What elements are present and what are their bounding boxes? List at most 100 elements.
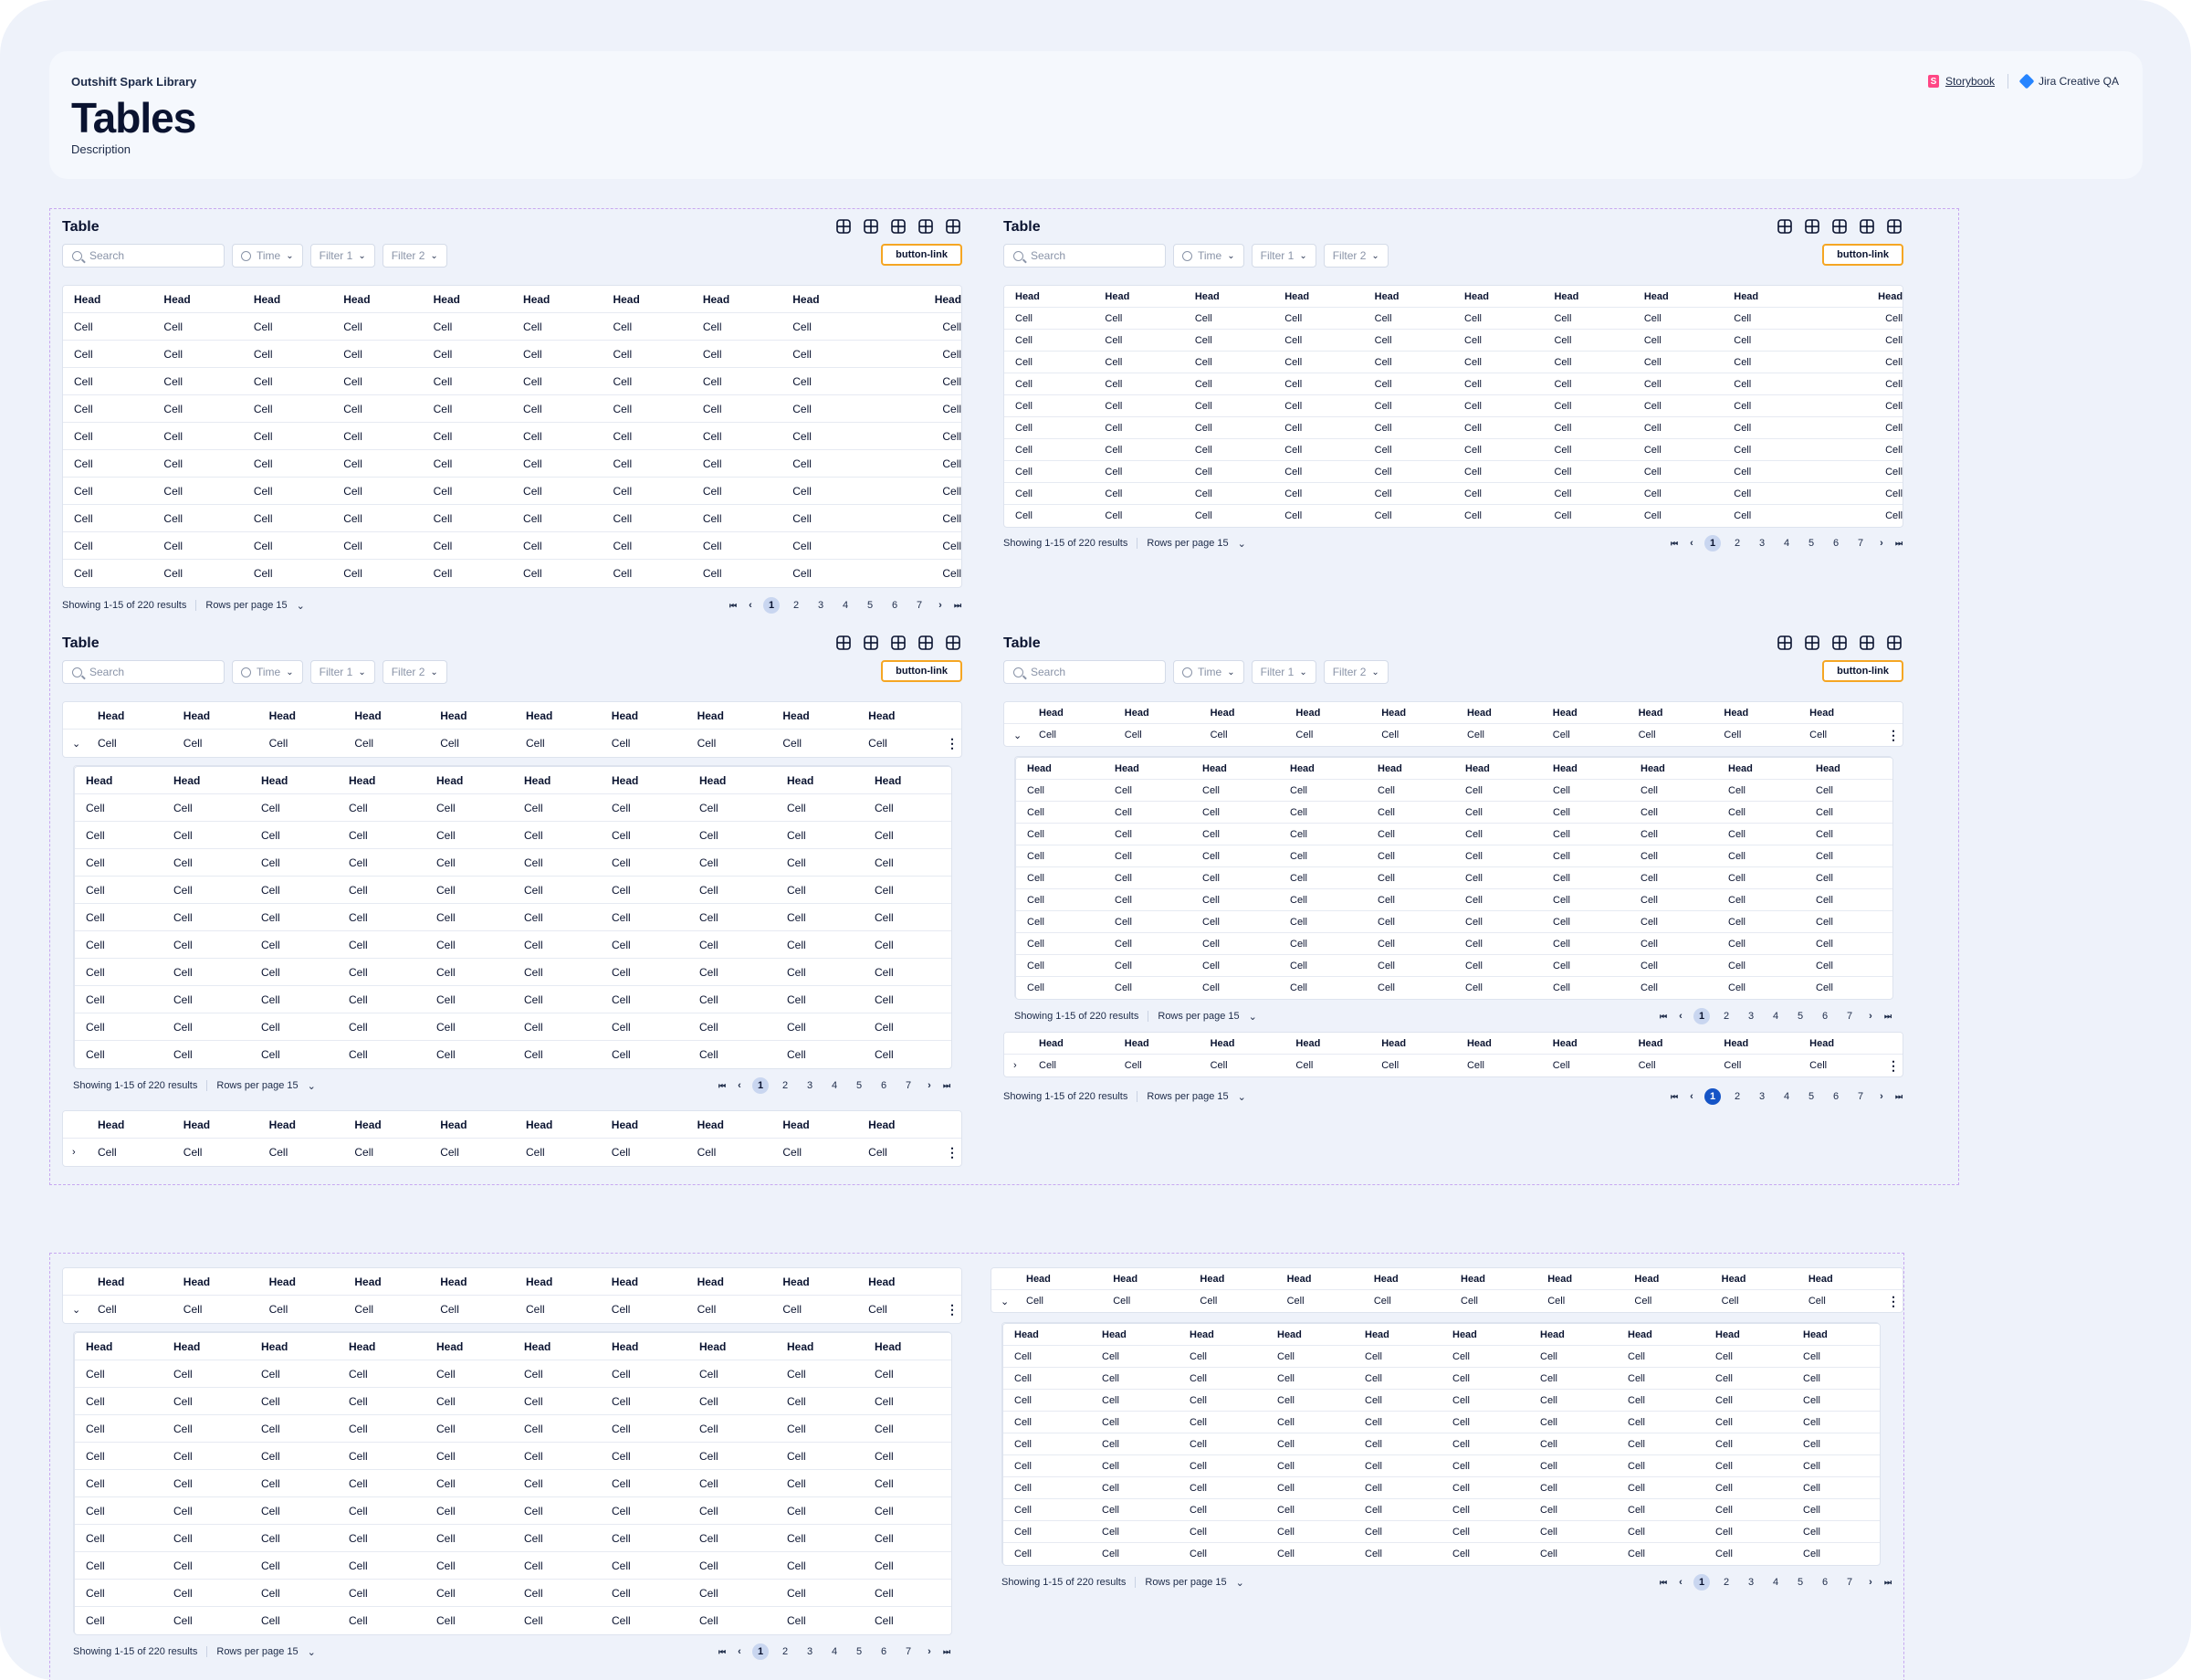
next-page-icon[interactable]: › xyxy=(925,1643,934,1660)
prev-page-icon[interactable]: ‹ xyxy=(1676,1574,1685,1591)
more-options-icon[interactable]: ⋮ xyxy=(1884,1294,1903,1309)
table-row[interactable]: Cell Cell Cell Cell Cell Cell Cell Cell Cell Cell xyxy=(1004,395,1903,417)
filter-icon[interactable] xyxy=(1832,635,1849,652)
filter-icon[interactable] xyxy=(891,635,907,652)
page-button[interactable]: 6 xyxy=(1828,1088,1844,1105)
page-button[interactable]: 3 xyxy=(1743,1574,1759,1591)
table-row[interactable]: Cell Cell Cell Cell Cell Cell Cell Cell Cell Cell xyxy=(63,450,961,478)
jira-link[interactable]: Jira Creative QA xyxy=(2018,73,2119,89)
page-button[interactable]: 7 xyxy=(1841,1574,1858,1591)
table-row[interactable]: Cell Cell Cell Cell Cell Cell Cell Cell Cell Cell xyxy=(75,959,951,986)
page-button[interactable]: 5 xyxy=(851,1643,867,1660)
density-icon[interactable] xyxy=(836,219,853,236)
page-button[interactable]: 3 xyxy=(802,1077,818,1094)
search-input[interactable]: Search xyxy=(1003,660,1166,684)
page-button[interactable]: 1 xyxy=(1704,535,1721,551)
prev-page-icon[interactable]: ‹ xyxy=(1676,1008,1685,1024)
page-button[interactable]: 4 xyxy=(826,1077,843,1094)
page-button[interactable]: 3 xyxy=(1754,1088,1770,1105)
page-button[interactable]: 2 xyxy=(1729,1088,1745,1105)
settings-icon[interactable] xyxy=(946,219,962,236)
chevron-down-icon[interactable]: ⌄ xyxy=(991,1296,1015,1307)
rows-per-page-select[interactable]: Rows per page 15 xyxy=(205,600,287,611)
page-button[interactable]: 2 xyxy=(1718,1574,1735,1591)
filter-dropdown[interactable]: Filter 1 ⌄ xyxy=(1251,244,1316,268)
chevron-down-icon[interactable]: ⌄ xyxy=(1004,730,1028,741)
last-page-icon[interactable]: ⏭ xyxy=(1894,535,1903,551)
page-button[interactable]: 7 xyxy=(900,1077,917,1094)
page-button[interactable]: 1 xyxy=(1704,1088,1721,1105)
search-input[interactable]: Search xyxy=(62,244,225,268)
table-row[interactable]: Cell Cell Cell Cell Cell Cell Cell Cell Cell Cell xyxy=(75,794,951,822)
table-row[interactable]: Cell Cell Cell Cell Cell Cell Cell Cell Cell Cell xyxy=(1016,845,1892,867)
page-button[interactable]: 5 xyxy=(1803,535,1819,551)
table-row[interactable]: Cell Cell Cell Cell Cell Cell Cell Cell Cell Cell xyxy=(1004,330,1903,352)
table-row[interactable]: Cell Cell Cell Cell Cell Cell Cell Cell Cell Cell xyxy=(1016,977,1892,999)
table-row[interactable]: Cell Cell Cell Cell Cell Cell Cell Cell Cell Cell xyxy=(1003,1412,1880,1433)
table-row[interactable]: Cell Cell Cell Cell Cell Cell Cell Cell Cell Cell xyxy=(1004,352,1903,373)
filter-dropdown[interactable]: Filter 1 ⌄ xyxy=(1251,660,1316,684)
chevron-down-icon[interactable]: ⌄ xyxy=(63,738,87,750)
page-button[interactable]: 5 xyxy=(851,1077,867,1094)
button-link[interactable]: button-link xyxy=(881,244,962,266)
page-button[interactable]: 1 xyxy=(1693,1008,1710,1024)
table-row[interactable]: Cell Cell Cell Cell Cell Cell Cell Cell Cell Cell xyxy=(1004,373,1903,395)
table-row[interactable]: Cell Cell Cell Cell Cell Cell Cell Cell Cell Cell xyxy=(1016,933,1892,955)
table-row[interactable]: › Cell Cell Cell Cell Cell Cell Cell Cell Cell Cel… xyxy=(63,1139,961,1166)
table-row[interactable]: Cell Cell Cell Cell Cell Cell Cell Cell Cell Cell xyxy=(75,904,951,931)
density-icon[interactable] xyxy=(836,635,853,652)
page-button[interactable]: 4 xyxy=(826,1643,843,1660)
page-button[interactable]: 2 xyxy=(1718,1008,1735,1024)
table-row[interactable]: Cell Cell Cell Cell Cell Cell Cell Cell Cell Cell xyxy=(1003,1477,1880,1499)
page-button[interactable]: 1 xyxy=(752,1643,769,1660)
table-row[interactable]: Cell Cell Cell Cell Cell Cell Cell Cell Cell Cell xyxy=(1003,1433,1880,1455)
first-page-icon[interactable]: ⏮ xyxy=(1670,535,1679,551)
export-icon[interactable] xyxy=(1860,219,1876,236)
page-button[interactable]: 2 xyxy=(1729,535,1745,551)
table-row[interactable]: Cell Cell Cell Cell Cell Cell Cell Cell Cell Cell xyxy=(63,313,961,341)
more-options-icon[interactable]: ⋮ xyxy=(1884,728,1903,743)
page-button[interactable]: 7 xyxy=(1852,535,1869,551)
page-button[interactable]: 2 xyxy=(777,1643,793,1660)
table-row[interactable]: Cell Cell Cell Cell Cell Cell Cell Cell Cell Cell xyxy=(1003,1390,1880,1412)
table-row[interactable]: Cell Cell Cell Cell Cell Cell Cell Cell Cell Cell xyxy=(1016,955,1892,977)
first-page-icon[interactable]: ⏮ xyxy=(729,597,738,614)
last-page-icon[interactable]: ⏭ xyxy=(942,1077,951,1094)
table-row[interactable]: Cell Cell Cell Cell Cell Cell Cell Cell Cell Cell xyxy=(1016,867,1892,889)
table-row[interactable]: Cell Cell Cell Cell Cell Cell Cell Cell Cell Cell xyxy=(1003,1499,1880,1521)
rows-per-page-select[interactable]: Rows per page 15 xyxy=(216,1646,298,1657)
next-page-icon[interactable]: › xyxy=(1877,535,1886,551)
columns-icon[interactable] xyxy=(864,219,880,236)
last-page-icon[interactable]: ⏭ xyxy=(953,597,962,614)
table-row[interactable]: Cell Cell Cell Cell Cell Cell Cell Cell Cell Cell xyxy=(75,1580,951,1607)
filter-dropdown[interactable]: Filter 2 ⌄ xyxy=(1323,660,1389,684)
table-row[interactable]: Cell Cell Cell Cell Cell Cell Cell Cell Cell Cell xyxy=(75,877,951,904)
more-options-icon[interactable]: ⋮ xyxy=(1884,1058,1903,1074)
filter-dropdown[interactable]: Filter 1 ⌄ xyxy=(309,244,375,268)
columns-icon[interactable] xyxy=(1805,635,1821,652)
table-row[interactable]: ⌄ Cell Cell Cell Cell Cell Cell Cell Cell Cell Cel… xyxy=(63,1296,961,1323)
rows-per-page-select[interactable]: Rows per page 15 xyxy=(1145,1577,1226,1588)
table-row[interactable]: Cell Cell Cell Cell Cell Cell Cell Cell Cell Cell xyxy=(1004,483,1903,505)
filter-icon[interactable] xyxy=(891,219,907,236)
page-button[interactable]: 5 xyxy=(1792,1574,1808,1591)
table-row[interactable]: Cell Cell Cell Cell Cell Cell Cell Cell Cell Cell xyxy=(63,423,961,450)
table-row[interactable]: Cell Cell Cell Cell Cell Cell Cell Cell Cell Cell xyxy=(75,1470,951,1497)
page-button[interactable]: 6 xyxy=(875,1643,892,1660)
table-row[interactable]: Cell Cell Cell Cell Cell Cell Cell Cell Cell Cell xyxy=(75,1607,951,1634)
page-button[interactable]: 1 xyxy=(1693,1574,1710,1591)
last-page-icon[interactable]: ⏭ xyxy=(942,1643,951,1660)
table-row[interactable]: Cell Cell Cell Cell Cell Cell Cell Cell Cell Cell xyxy=(75,1525,951,1552)
table-row[interactable]: Cell Cell Cell Cell Cell Cell Cell Cell Cell Cell xyxy=(1003,1346,1880,1368)
density-icon[interactable] xyxy=(1777,635,1794,652)
page-button[interactable]: 1 xyxy=(752,1077,769,1094)
table-row[interactable]: Cell Cell Cell Cell Cell Cell Cell Cell Cell Cell xyxy=(1004,439,1903,461)
search-input[interactable]: Search xyxy=(1003,244,1166,268)
prev-page-icon[interactable]: ‹ xyxy=(1687,1088,1696,1105)
more-options-icon[interactable]: ⋮ xyxy=(943,1302,961,1318)
page-button[interactable]: 4 xyxy=(1778,1088,1795,1105)
storybook-link[interactable]: S Storybook xyxy=(1927,75,1995,88)
table-row[interactable]: Cell Cell Cell Cell Cell Cell Cell Cell Cell Cell xyxy=(63,368,961,395)
first-page-icon[interactable]: ⏮ xyxy=(718,1077,727,1094)
page-button[interactable]: 4 xyxy=(1767,1574,1784,1591)
